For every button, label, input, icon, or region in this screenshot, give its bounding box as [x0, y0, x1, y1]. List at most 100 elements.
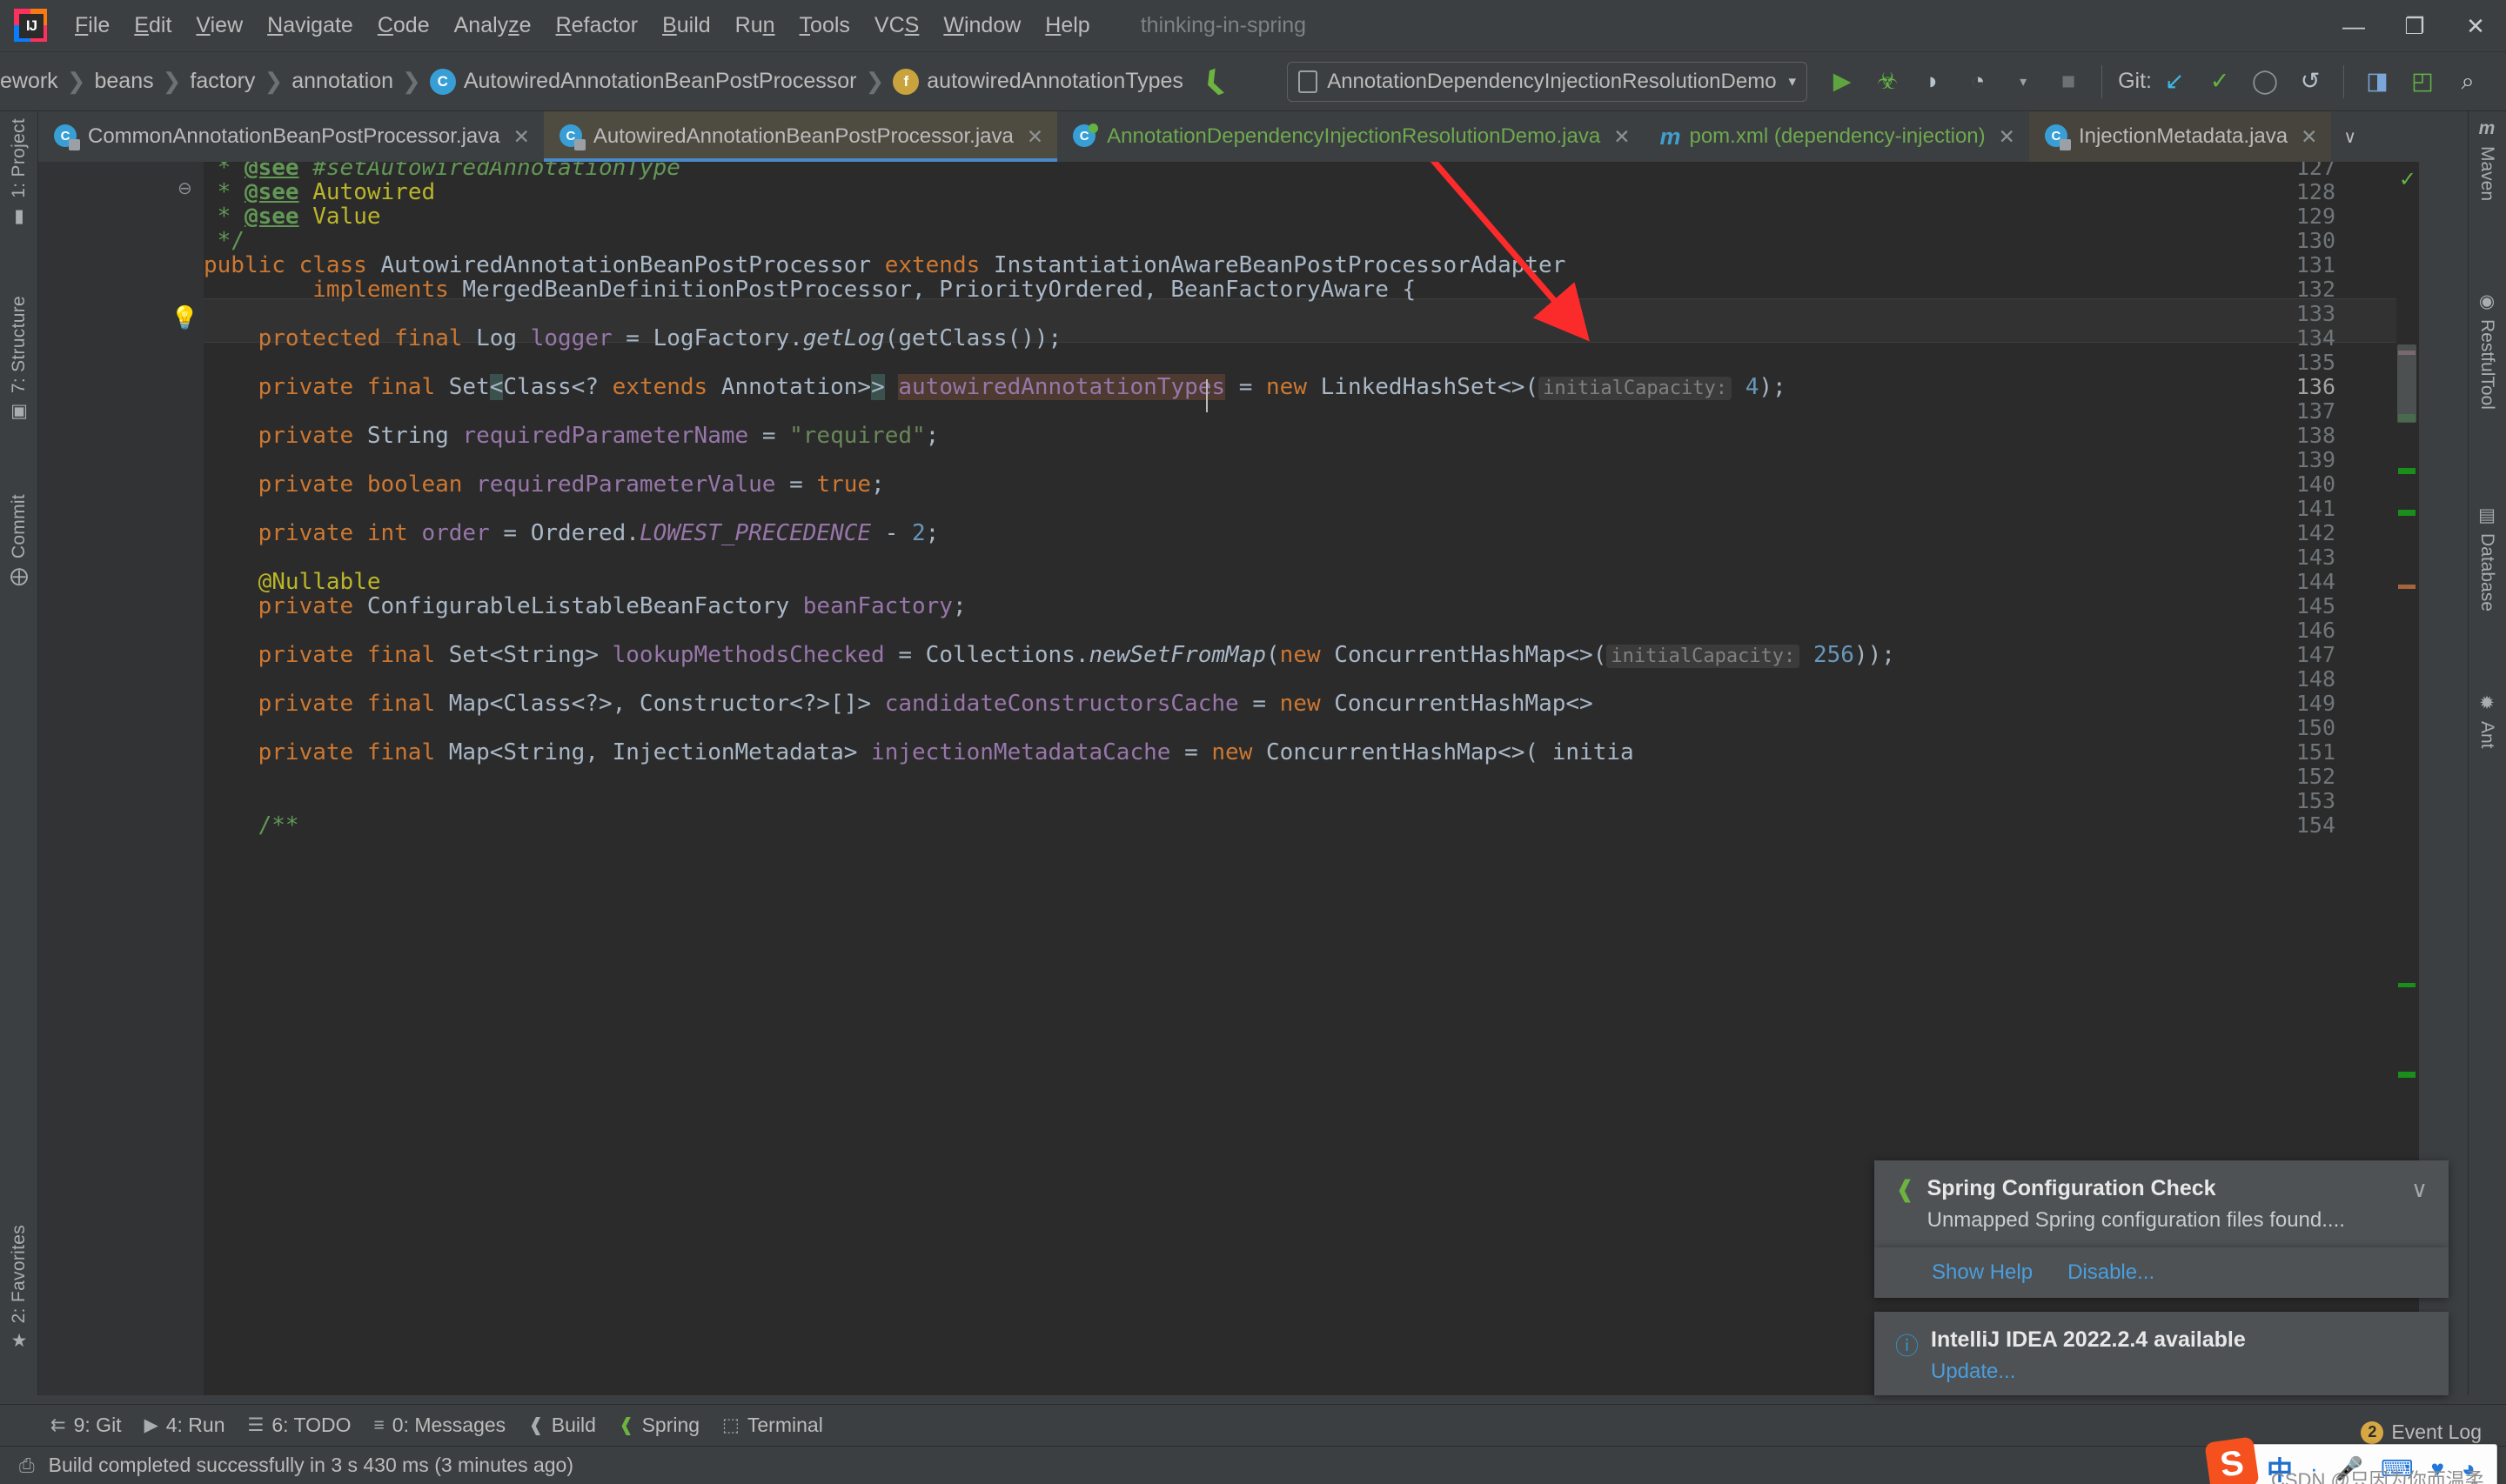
tab-common-annotation-bean-post-processor[interactable]: C CommonAnnotationBeanPostProcessor.java…	[38, 111, 544, 162]
menu-run[interactable]: Run	[723, 10, 787, 42]
debug-button[interactable]: ☣	[1865, 59, 1910, 104]
git-branch-icon: ⇇	[50, 1415, 66, 1435]
notification-spring-configuration-check[interactable]: ❰ Spring Configuration Check Unmapped Sp…	[1874, 1160, 2449, 1247]
breadcrumb-item-field[interactable]: f autowiredAnnotationTypes	[893, 68, 1183, 95]
notification-idea-update[interactable]: ⓘ IntelliJ IDEA 2022.2.4 available Updat…	[1874, 1312, 2449, 1395]
breadcrumb-item-beans[interactable]: beans	[94, 69, 153, 94]
tool-window-run[interactable]: ▶ 4: Run	[144, 1414, 225, 1437]
update-project-button[interactable]: ↙	[2152, 59, 2197, 104]
maximize-restore-button[interactable]: ❐	[2384, 0, 2445, 52]
menu-vcs[interactable]: VCS	[862, 10, 931, 42]
breadcrumb-item-factory[interactable]: factory	[190, 69, 255, 94]
tab-injection-metadata[interactable]: C InjectionMetadata.java ✕	[2028, 111, 2332, 162]
menu-file[interactable]: File	[63, 10, 122, 42]
inspection-ok-icon[interactable]: ✓	[2399, 167, 2416, 192]
fold-marker-icon[interactable]: ⊖	[178, 177, 192, 199]
menu-window[interactable]: Window	[931, 10, 1033, 42]
profiler-dropdown-icon[interactable]: ▾	[2000, 59, 2046, 104]
update-link[interactable]: Update...	[1931, 1360, 2428, 1384]
profiler-button[interactable]: ◔	[1955, 59, 2000, 104]
editor-scrollbar-thumb[interactable]	[2397, 344, 2416, 423]
menu-analyze[interactable]: Analyze	[442, 10, 544, 42]
rollback-button[interactable]: ↺	[2288, 59, 2333, 104]
close-button[interactable]: ✕	[2445, 0, 2506, 52]
left-tool-window-strip: ▮ 1: Project ▣ 7: Structure ⨁ Commit ★ 2…	[0, 111, 38, 1395]
intention-bulb-icon[interactable]: 💡	[171, 304, 198, 331]
code-line-147: private final Set<String> lookupMethodsC…	[258, 642, 1895, 668]
run-with-coverage-button[interactable]: ◗	[1910, 59, 1955, 104]
sidebar-item-favorites[interactable]: ★ 2: Favorites	[0, 1225, 38, 1352]
close-icon[interactable]: ✕	[2301, 125, 2317, 149]
tab-autowired-annotation-bean-post-processor[interactable]: C AutowiredAnnotationBeanPostProcessor.j…	[543, 111, 1058, 162]
notification-body: Unmapped Spring configuration files foun…	[1926, 1208, 2345, 1232]
close-icon[interactable]: ✕	[1027, 125, 1043, 149]
breadcrumb-item-class[interactable]: C AutowiredAnnotationBeanPostProcessor	[429, 68, 856, 95]
notification-spring-links[interactable]: Show Help Disable...	[1874, 1247, 2449, 1298]
sidebar-item-ant[interactable]: ✹ Ant	[2468, 692, 2506, 749]
menu-help[interactable]: Help	[1033, 10, 1102, 42]
sidebar-item-restfultool[interactable]: ◉ RestfulTool	[2468, 291, 2506, 410]
search-everywhere-icon[interactable]: ⌕	[2445, 59, 2490, 104]
menu-code[interactable]: Code	[365, 10, 442, 42]
maven-icon: m	[1659, 123, 1681, 150]
close-icon[interactable]: ✕	[1999, 125, 2015, 149]
code-line-151: private final Map<String, InjectionMetad…	[258, 739, 1634, 765]
menu-navigate[interactable]: Navigate	[255, 10, 365, 42]
run-configuration-selector[interactable]: AnnotationDependencyInjectionResolutionD…	[1287, 61, 1808, 102]
push-button[interactable]: ◯	[2242, 59, 2288, 104]
code-line-131: public class AutowiredAnnotationBeanPost…	[204, 252, 1566, 278]
disable-link[interactable]: Disable...	[2067, 1260, 2154, 1285]
sidebar-item-database[interactable]: ▤ Database	[2468, 505, 2506, 612]
breadcrumb-item-ework[interactable]: ework	[0, 69, 58, 94]
todo-list-icon: ☰	[247, 1415, 265, 1435]
menu-refactor[interactable]: Refactor	[544, 10, 651, 42]
spring-leaf-icon: ❰	[1895, 1176, 1915, 1202]
tool-window-git[interactable]: ⇇ 9: Git	[50, 1414, 122, 1437]
show-help-link[interactable]: Show Help	[1932, 1260, 2033, 1285]
tool-window-label: 9: Git	[73, 1414, 122, 1436]
breadcrumb-item-annotation[interactable]: annotation	[291, 69, 393, 94]
open-settings-button[interactable]: ◰	[2400, 59, 2445, 104]
status-message: Build completed successfully in 3 s 430 …	[48, 1454, 573, 1476]
code-line-140: private boolean requiredParameterValue =…	[258, 471, 885, 498]
sidebar-item-project[interactable]: ▮ 1: Project	[0, 118, 38, 227]
tool-window-todo[interactable]: ☰ 6: TODO	[248, 1414, 352, 1437]
run-config-icon	[1298, 70, 1318, 93]
sidebar-item-structure[interactable]: ▣ 7: Structure	[0, 296, 38, 422]
tool-window-spring[interactable]: ❰ Spring	[619, 1414, 700, 1437]
sogou-input-icon[interactable]: S	[2204, 1436, 2260, 1484]
event-log-button[interactable]: 2 Event Log	[2361, 1420, 2482, 1444]
close-icon[interactable]: ✕	[1613, 125, 1630, 149]
menu-view[interactable]: View	[184, 10, 255, 42]
chevron-down-icon[interactable]: ∨	[2411, 1176, 2428, 1203]
tool-window-label: Spring	[641, 1414, 700, 1436]
tool-window-messages[interactable]: ≡ 0: Messages	[374, 1414, 506, 1437]
select-in-project-button[interactable]: ◨	[2355, 59, 2400, 104]
close-icon[interactable]: ✕	[513, 125, 530, 149]
commit-button[interactable]: ✓	[2197, 59, 2242, 104]
menu-edit[interactable]: Edit	[122, 10, 184, 42]
sidebar-item-maven[interactable]: m Maven	[2468, 118, 2506, 201]
java-runnable-class-icon: C	[1073, 124, 1099, 149]
tool-window-build[interactable]: ❰ Build	[528, 1414, 596, 1437]
tabs-overflow-chevron-icon[interactable]: ∨	[2331, 111, 2369, 162]
sidebar-item-commit[interactable]: ⨁ Commit	[0, 494, 38, 587]
stop-button[interactable]: ■	[2046, 59, 2091, 104]
terminal-icon: ⬚	[722, 1415, 740, 1435]
menu-build[interactable]: Build	[650, 10, 723, 42]
code-line-128: * @see Autowired	[204, 179, 436, 205]
tab-pom-xml[interactable]: m pom.xml (dependency-injection) ✕	[1644, 111, 2028, 162]
menu-tools[interactable]: Tools	[787, 10, 862, 42]
memory-indicator-icon[interactable]: ⎙	[19, 1454, 35, 1477]
search-marker	[2398, 468, 2416, 474]
run-button[interactable]: ▶	[1819, 59, 1865, 104]
spring-leaf-icon[interactable]: ❰	[1198, 64, 1230, 99]
code-line-145: private ConfigurableListableBeanFactory …	[258, 593, 967, 619]
tab-label: InjectionMetadata.java	[2078, 124, 2288, 148]
editor-gutter[interactable]: ⊖ 💡	[38, 162, 204, 1395]
minimize-button[interactable]: —	[2323, 0, 2384, 52]
tab-annotation-dependency-injection-resolution-demo[interactable]: C AnnotationDependencyInjectionResolutio…	[1057, 111, 1644, 162]
tool-window-label: 0: Messages	[392, 1414, 506, 1436]
tool-window-terminal[interactable]: ⬚ Terminal	[722, 1414, 823, 1437]
